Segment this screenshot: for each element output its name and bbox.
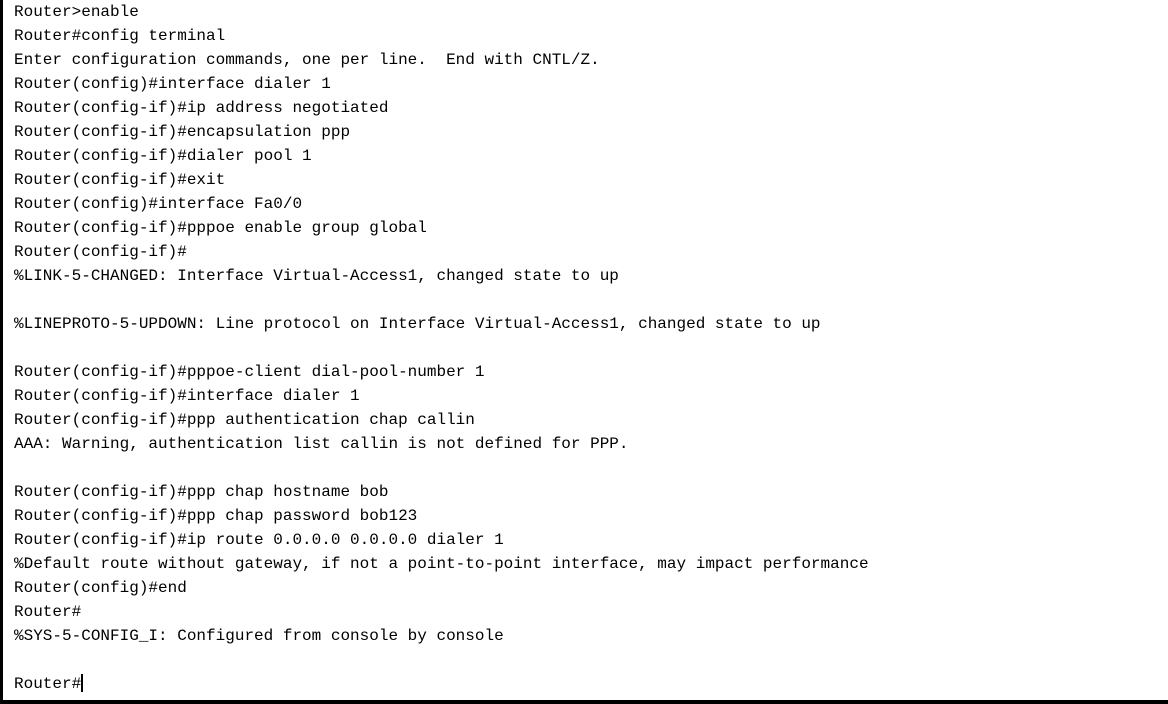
terminal-line: Router(config-if)#interface dialer 1 [14, 387, 360, 405]
terminal-line: %Default route without gateway, if not a… [14, 555, 869, 573]
terminal-line: Router(config)#interface Fa0/0 [14, 195, 303, 213]
terminal-line: Router(config-if)#dialer pool 1 [14, 147, 312, 165]
command-input-line[interactable]: Router# [14, 672, 1168, 696]
terminal-line: Router(config)#interface dialer 1 [14, 75, 331, 93]
text-cursor [81, 674, 84, 692]
terminal-line: Router(config-if)#encapsulation ppp [14, 123, 351, 141]
terminal-line: %SYS-5-CONFIG_I: Configured from console… [14, 627, 504, 645]
terminal-line: Router# [14, 603, 82, 621]
terminal-line: Router(config-if)#ip address negotiated [14, 99, 389, 117]
terminal-line: Router(config-if)#ppp authentication cha… [14, 411, 475, 429]
terminal-line: Router(config)#end [14, 579, 187, 597]
terminal-line: Enter configuration commands, one per li… [14, 51, 600, 69]
cli-terminal[interactable]: Router>enable Router#config terminal Ent… [0, 0, 1168, 704]
terminal-line: Router(config-if)#pppoe enable group glo… [14, 219, 427, 237]
terminal-line: Router>enable [14, 3, 139, 21]
command-prompt: Router# [14, 675, 82, 693]
terminal-line: Router(config-if)#ppp chap password bob1… [14, 507, 418, 525]
terminal-line: Router(config-if)# [14, 243, 187, 261]
terminal-line: %LINEPROTO-5-UPDOWN: Line protocol on In… [14, 315, 821, 333]
terminal-line: Router(config-if)#ip route 0.0.0.0 0.0.0… [14, 531, 504, 549]
terminal-line: %LINK-5-CHANGED: Interface Virtual-Acces… [14, 267, 619, 285]
terminal-line: Router#config terminal [14, 27, 226, 45]
terminal-line: Router(config-if)#pppoe-client dial-pool… [14, 363, 485, 381]
terminal-line: Router(config-if)#exit [14, 171, 226, 189]
terminal-line: AAA: Warning, authentication list callin… [14, 435, 629, 453]
terminal-line: Router(config-if)#ppp chap hostname bob [14, 483, 389, 501]
